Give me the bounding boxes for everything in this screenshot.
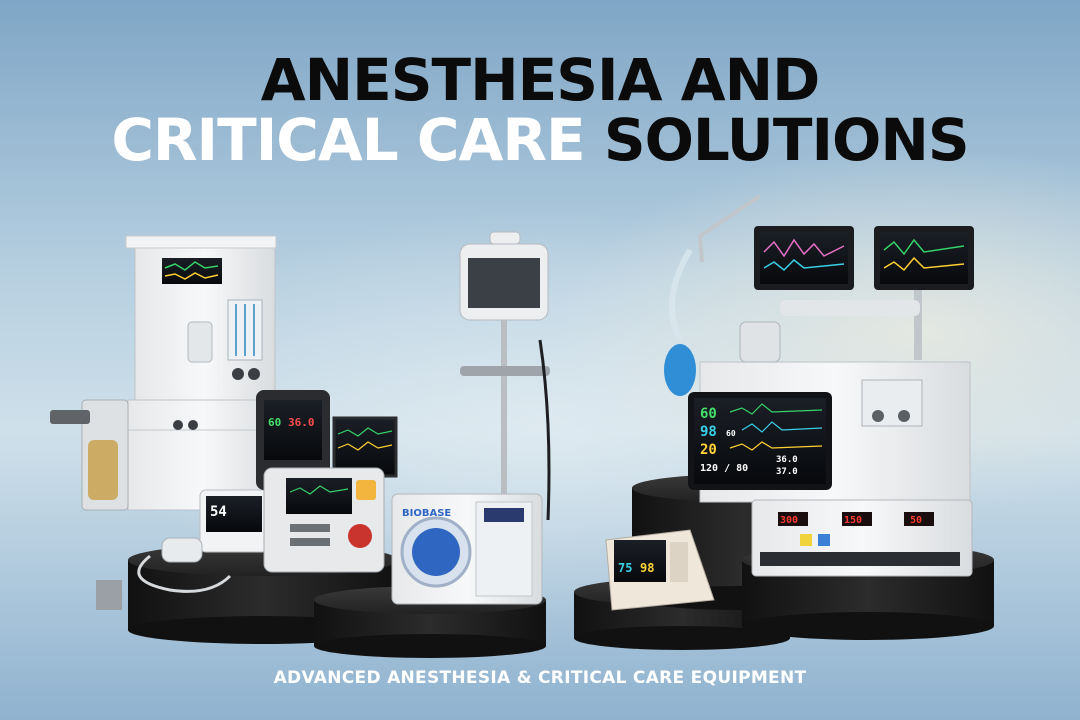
svg-text:60: 60 <box>700 406 717 422</box>
svg-text:150: 150 <box>844 515 862 526</box>
electrosurgical-unit: 300 150 50 <box>751 499 973 577</box>
svg-text:20: 20 <box>700 442 717 458</box>
svg-text:36.0: 36.0 <box>776 455 798 465</box>
svg-text:37.0: 37.0 <box>776 467 798 477</box>
svg-text:98: 98 <box>700 424 717 440</box>
svg-text:50: 50 <box>910 515 922 526</box>
footer-tagline: ADVANCED ANESTHESIA & CRITICAL CARE EQUI… <box>273 668 807 688</box>
svg-text:36.0: 36.0 <box>288 416 315 429</box>
svg-text:75: 75 <box>618 561 632 575</box>
svg-text:60: 60 <box>726 429 736 438</box>
svg-text:60: 60 <box>268 416 281 429</box>
equipment-illustration: 54 60 36.0 BIOBASE 60 98 20 120 / 80 36.… <box>50 194 994 658</box>
svg-text:300: 300 <box>780 515 798 526</box>
svg-text:120 / 80: 120 / 80 <box>700 463 748 474</box>
autoclave: BIOBASE <box>391 493 543 605</box>
autoclave-brand: BIOBASE <box>402 508 451 519</box>
defibrillator <box>263 467 385 573</box>
monitor-stand <box>459 231 551 521</box>
handheld-reading: 54 <box>210 504 227 520</box>
patient-monitor: 60 98 20 120 / 80 36.0 37.0 60 <box>688 392 832 490</box>
svg-text:98: 98 <box>640 561 654 575</box>
